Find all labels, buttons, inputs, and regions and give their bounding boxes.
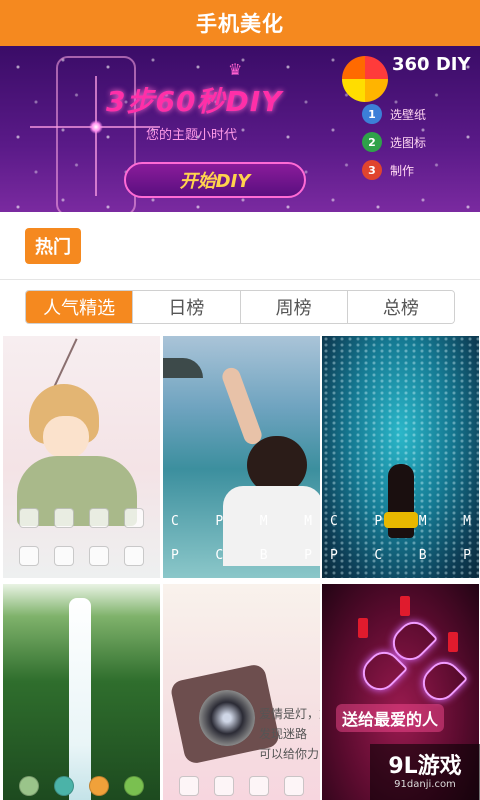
theme-preview-image: [163, 336, 320, 578]
app-screen: 手机美化 ♛ 3步60秒DIY 您的主题小时代 开始DIY 360 DIY 1 …: [0, 0, 480, 800]
theme-quote-text: 爱情是灯，友 发现迷路 可以给你力: [259, 707, 320, 761]
app-icon: [178, 776, 199, 796]
app-icon: [284, 776, 305, 796]
app-icon: [124, 508, 145, 528]
theme-icon-row: [3, 546, 160, 566]
theme-preview-image: [3, 584, 160, 800]
app-icon: [213, 776, 234, 796]
watermark-site: 91danji.com: [394, 778, 456, 790]
theme-icon-letters: P C B P: [330, 548, 471, 563]
site-watermark: 9L游戏 91danji.com: [370, 744, 480, 800]
step-item: 3 制作: [362, 160, 414, 180]
icon-letter: B: [418, 548, 427, 563]
watermark-brand: 9L游戏: [388, 753, 462, 779]
app-icon: [89, 776, 110, 796]
hot-tag: 热门: [25, 228, 81, 264]
ranking-tabs-bar: 人气精选 日榜 周榜 总榜: [0, 280, 480, 336]
ranking-tabs: 人气精选 日榜 周榜 总榜: [25, 290, 455, 324]
app-icon: [53, 776, 74, 796]
title-bar: 手机美化: [0, 0, 480, 46]
app-icon: [53, 546, 74, 566]
tab-popular[interactable]: 人气精选: [26, 291, 134, 323]
icon-letter: C: [330, 514, 338, 529]
step-item: 1 选壁纸: [362, 104, 426, 124]
banner-headline: 3步60秒DIY: [106, 85, 283, 118]
app-icon: [249, 776, 270, 796]
theme-icon-row: [3, 508, 160, 528]
sparkle-icon: [89, 120, 103, 134]
theme-tile-waterfall[interactable]: [3, 584, 160, 800]
icon-letter: C: [171, 514, 179, 529]
theme-tile-camera-quote[interactable]: 爱情是灯，友 发现迷路 可以给你力: [163, 584, 320, 800]
app-icon: [18, 546, 39, 566]
theme-tile-sea-girl[interactable]: C P M M P C B P: [163, 336, 320, 578]
tab-daily[interactable]: 日榜: [133, 291, 241, 323]
theme-icon-row: [163, 776, 320, 796]
theme-icon-letters: P C B P: [171, 548, 312, 563]
candle-icon: [400, 596, 410, 616]
step-label: 选壁纸: [390, 107, 427, 122]
icon-letter: C: [374, 548, 383, 563]
icon-letter: B: [259, 548, 268, 563]
step-label: 制作: [390, 163, 415, 178]
step-item: 2 选图标: [362, 132, 426, 152]
diy-logo-icon: [342, 56, 388, 102]
heart-icon: [415, 654, 469, 708]
logo-text: 360 DIY: [392, 54, 471, 75]
banner-subline: 您的主题小时代: [146, 128, 238, 143]
icon-letter: P: [374, 514, 383, 529]
icon-letter: C: [215, 548, 224, 563]
diy-banner[interactable]: ♛ 3步60秒DIY 您的主题小时代 开始DIY 360 DIY 1 选壁纸 2…: [0, 46, 480, 212]
icon-letter: P: [304, 548, 312, 563]
candle-icon: [358, 618, 368, 638]
icon-letter: P: [330, 548, 338, 563]
hot-section: 热门: [0, 212, 480, 280]
start-diy-button[interactable]: 开始DIY: [124, 162, 306, 198]
theme-preview-image: [3, 336, 160, 578]
theme-preview-image: [322, 336, 479, 578]
candle-icon: [448, 632, 458, 652]
app-icon: [124, 776, 145, 796]
tab-overall[interactable]: 总榜: [347, 291, 454, 323]
step-number-badge: 1: [362, 104, 382, 124]
app-icon: [89, 508, 110, 528]
theme-love-text: 送给最爱的人: [336, 704, 445, 732]
theme-preview-image: 爱情是灯，友 发现迷路 可以给你力: [163, 584, 320, 800]
theme-grid: C P M M P C B P C P M M P C B P 爱情是灯， 发现…: [0, 336, 480, 800]
app-icon: [89, 546, 110, 566]
icon-letter: M: [304, 514, 312, 529]
icon-letter: P: [171, 548, 179, 563]
theme-icon-letters: C P M M: [171, 514, 312, 529]
glow-line-vertical: [95, 76, 97, 196]
icon-letter: M: [418, 514, 427, 529]
tab-weekly[interactable]: 周榜: [240, 291, 348, 323]
theme-icon-row: [3, 776, 160, 796]
app-icon: [18, 508, 39, 528]
step-number-badge: 3: [362, 160, 382, 180]
page-title: 手机美化: [196, 12, 284, 36]
icon-letter: P: [463, 548, 471, 563]
crown-icon: ♛: [228, 60, 243, 79]
app-icon: [124, 546, 145, 566]
theme-tile-aquarium[interactable]: C P M M P C B P: [322, 336, 479, 578]
icon-letter: M: [463, 514, 471, 529]
step-number-badge: 2: [362, 132, 382, 152]
app-icon: [18, 776, 39, 796]
icon-letter: M: [259, 514, 268, 529]
app-icon: [53, 508, 74, 528]
icon-letter: P: [215, 514, 224, 529]
theme-icon-letters: C P M M: [330, 514, 471, 529]
step-label: 选图标: [390, 135, 427, 150]
theme-tile-anime-boy[interactable]: [3, 336, 160, 578]
